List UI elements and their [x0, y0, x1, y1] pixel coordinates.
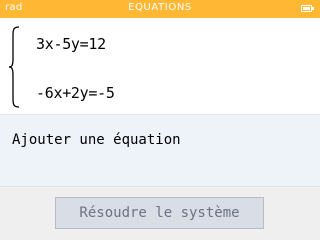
solve-system-button[interactable]: Résoudre le système — [55, 197, 264, 229]
equation-1[interactable]: 3x-5y=12 — [36, 35, 106, 53]
title-bar: rad EQUATIONS — [0, 0, 320, 18]
battery-icon — [301, 5, 314, 12]
add-equation-row[interactable]: Ajouter une équation — [0, 115, 320, 186]
divider — [0, 186, 320, 187]
add-equation-label: Ajouter une équation — [12, 132, 181, 148]
equation-2[interactable]: -6x+2y=-5 — [36, 84, 115, 102]
equation-system: 3x-5y=12 -6x+2y=-5 — [0, 18, 320, 114]
app-title: EQUATIONS — [128, 2, 192, 13]
left-brace-icon — [8, 26, 20, 108]
solve-system-label: Résoudre le système — [79, 205, 240, 221]
